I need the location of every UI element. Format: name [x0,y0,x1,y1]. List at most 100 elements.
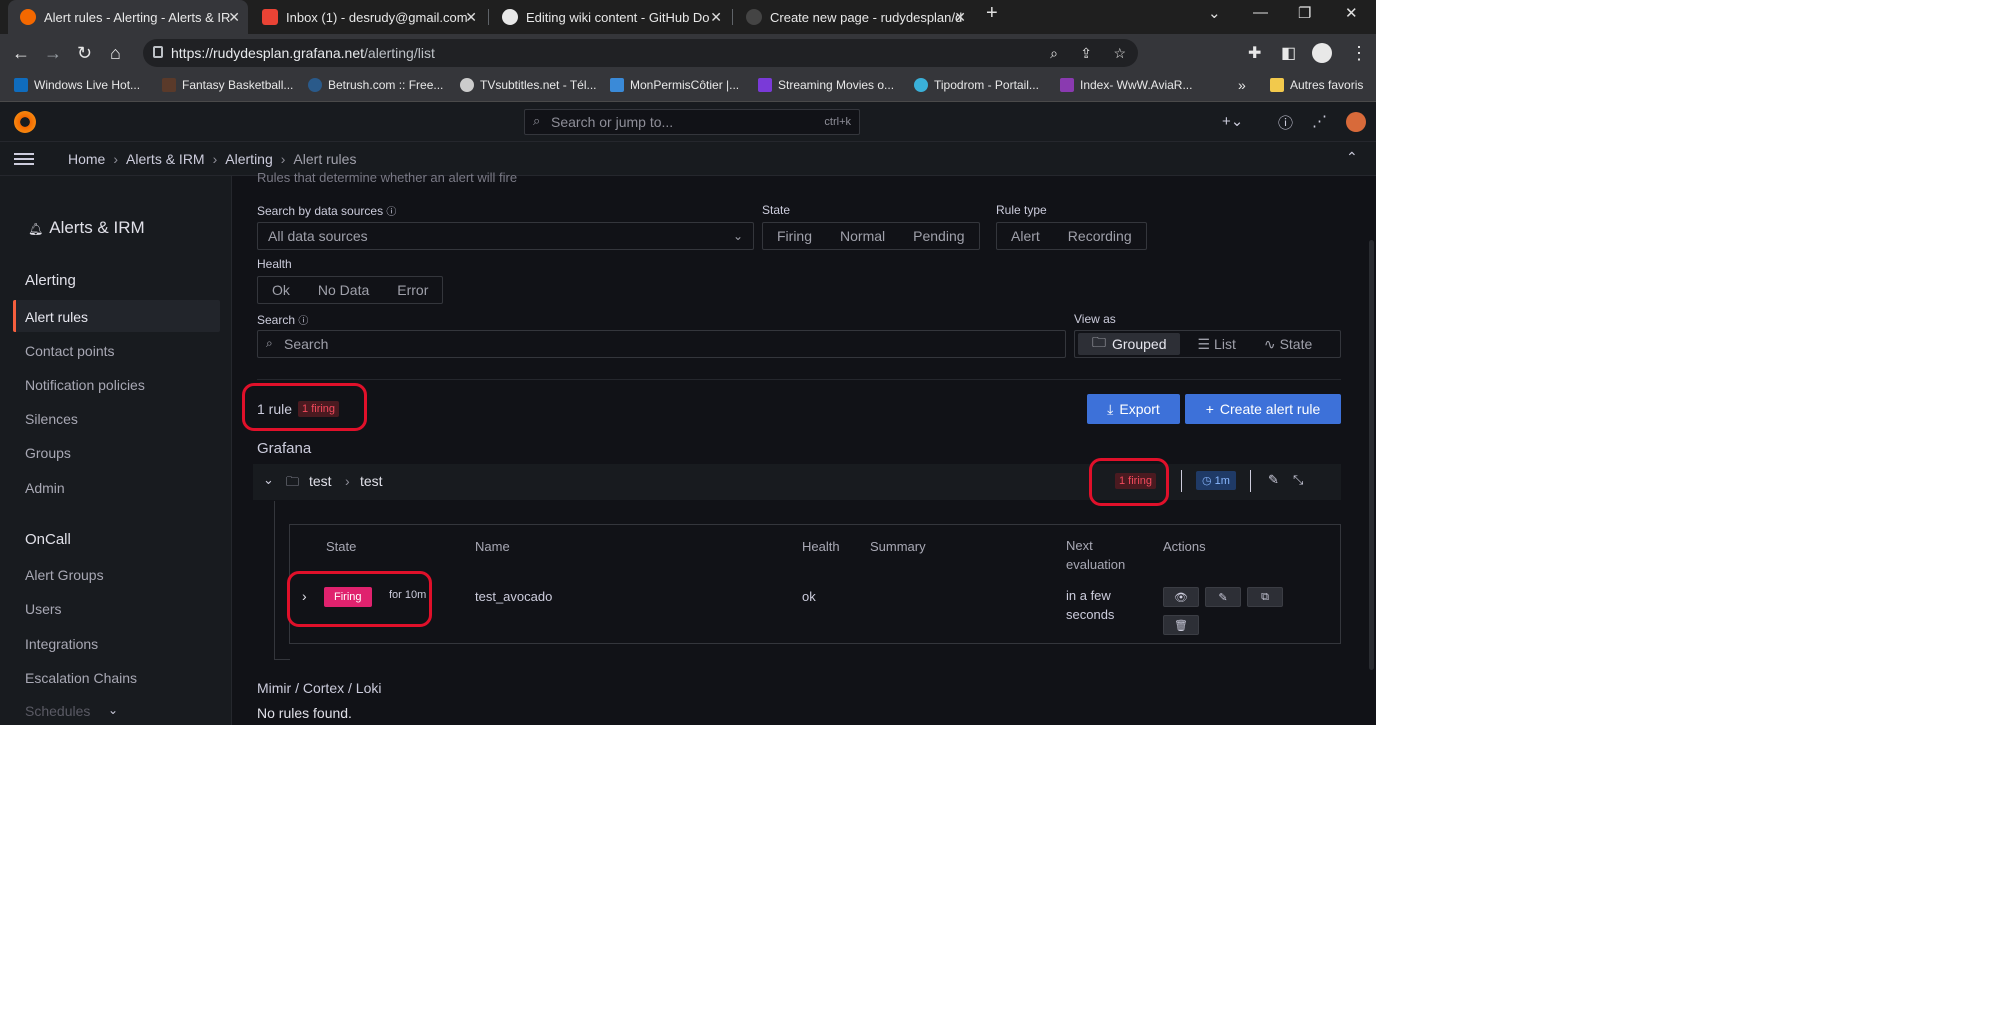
view-grouped-option[interactable]: 🗀 Grouped [1078,333,1181,355]
no-rules-message: No rules found. [257,705,352,721]
health-error-option[interactable]: Error [383,282,442,298]
edit-icon[interactable]: ✎ [1268,472,1279,488]
bookmark-item[interactable]: Index- WwW.AviaR... [1060,78,1192,92]
tab-github-wiki[interactable]: Editing wiki content - GitHub Do ✕ [490,0,730,34]
duplicate-rule-button[interactable]: ⧉ [1247,587,1283,607]
sidebar-item-escalation-chains[interactable]: Escalation Chains [25,670,137,686]
close-window-icon[interactable]: ✕ [1345,4,1358,22]
breadcrumb-alerts-irm[interactable]: Alerts & IRM [126,151,205,167]
sidebar-item-notification-policies[interactable]: Notification policies [25,377,145,393]
sidebar-item-users[interactable]: Users [25,601,62,617]
restore-icon[interactable]: ❐ [1298,4,1311,22]
col-health: Health [802,539,840,554]
sidebar-item-contact-points[interactable]: Contact points [25,343,115,359]
help-icon[interactable]: ⓘ [1278,112,1293,133]
minimize-icon[interactable]: — [1253,4,1268,21]
rule-health: ok [802,589,816,604]
back-icon[interactable]: ← [12,43,30,64]
sidebar-item-alert-rules[interactable]: Alert rules [25,309,88,325]
view-state-option[interactable]: ∿ State [1250,336,1326,353]
datasource-select[interactable]: All data sources ⌄ [257,222,754,250]
rules-table: State Name Health Summary Next evaluatio… [289,524,1341,644]
bookmark-item[interactable]: MonPermisCôtier |... [610,78,739,92]
extensions-icon[interactable]: ✚ [1248,43,1261,63]
tab-inbox[interactable]: Inbox (1) - desrudy@gmail.com - ✕ [250,0,485,34]
rule-type-recording-option[interactable]: Recording [1054,228,1146,244]
clock-icon: ◷ [1202,475,1212,487]
rule-search-input[interactable]: ⌕ Search [257,330,1066,358]
rule-group-row[interactable]: ⌄ 🗀 test › test 1 firing ◷ 1m ✎ ⤡ [253,464,1341,500]
bookmark-item[interactable]: Betrush.com :: Free... [308,78,443,92]
rule-type-alert-option[interactable]: Alert [997,228,1054,244]
activity-icon: ∿ [1263,335,1276,352]
close-tab-icon[interactable]: ✕ [954,9,966,26]
delete-rule-button[interactable]: 🗑︎ [1163,615,1199,635]
search-label: Search ⓘ [257,313,309,327]
health-ok-option[interactable]: Ok [258,282,304,298]
search-jump-input[interactable]: ⌕ Search or jump to... ctrl+k [524,109,860,135]
bookmark-item[interactable]: TVsubtitles.net - Tél... [460,78,597,92]
page-scrollbar[interactable] [1369,240,1374,670]
state-firing-option[interactable]: Firing [763,228,826,244]
close-tab-icon[interactable]: ✕ [228,9,240,26]
share-icon[interactable]: ⇪ [1080,45,1092,62]
bookmark-item[interactable]: Windows Live Hot... [14,78,140,92]
sidebar-item-alert-groups[interactable]: Alert Groups [25,567,104,583]
rule-name[interactable]: test_avocado [475,589,552,604]
reload-icon[interactable]: ↻ [77,43,92,64]
user-avatar[interactable] [1346,112,1366,132]
bookmark-item[interactable]: Fantasy Basketball... [162,78,293,92]
home-icon[interactable]: ⌂ [110,43,121,64]
new-tab-button[interactable]: + [986,2,998,25]
sidebar-item-schedules[interactable]: Schedules [25,703,90,719]
state-normal-option[interactable]: Normal [826,228,899,244]
close-tab-icon[interactable]: ✕ [465,9,477,26]
sidebar-heading-alerting[interactable]: Alerting [25,272,76,289]
zoom-icon[interactable]: ⌕ [1050,45,1058,62]
sidebar-item-groups[interactable]: Groups [25,445,71,461]
export-button[interactable]: ⤓ Export [1087,394,1180,424]
bookmark-item[interactable]: Tipodrom - Portail... [914,78,1039,92]
betrush-icon [308,78,322,92]
more-icon[interactable]: ⤡ [1293,472,1303,488]
menu-icon[interactable]: ⋮ [1350,43,1368,64]
bookmark-item[interactable]: Streaming Movies o... [758,78,894,92]
other-bookmarks[interactable]: Autres favoris [1270,78,1363,92]
sidebar-item-silences[interactable]: Silences [25,411,78,427]
scroll-down-icon[interactable]: ⌄ [108,703,118,717]
tab-search-icon[interactable]: ⌄ [1208,4,1221,22]
health-nodata-option[interactable]: No Data [304,282,383,298]
state-pending-option[interactable]: Pending [899,228,978,244]
forward-icon[interactable]: → [44,43,62,64]
state-label: State [762,203,791,217]
news-rss-icon[interactable]: ⋰ [1312,112,1327,130]
bookmark-star-icon[interactable]: ☆ [1113,45,1126,62]
sidebar-item-admin[interactable]: Admin [25,480,65,496]
profile-avatar[interactable] [1312,43,1332,63]
empty-area [0,725,1376,1022]
sidebar-item-integrations[interactable]: Integrations [25,636,98,652]
create-alert-rule-button[interactable]: + Create alert rule [1185,394,1341,424]
breadcrumb-home[interactable]: Home [68,151,105,167]
view-list-option[interactable]: ☰ List [1183,336,1249,353]
menu-toggle-icon[interactable] [14,153,34,165]
view-rule-button[interactable]: 👁︎ [1163,587,1199,607]
url-bar[interactable]: https://rudydesplan.grafana.net/alerting… [143,39,1138,67]
bookmarks-overflow[interactable]: » [1238,77,1246,93]
sidebar-heading-oncall[interactable]: OnCall [25,531,71,548]
annotation-circle [1089,458,1169,506]
tab-alert-rules[interactable]: Alert rules - Alerting - Alerts & IR ✕ [8,0,248,34]
breadcrumb-alerting[interactable]: Alerting [225,151,272,167]
group-name: test [360,473,383,489]
main-content: Rules that determine whether an alert wi… [232,170,1376,725]
chevron-down-icon[interactable]: ⌄ [263,472,274,488]
tab-create-page[interactable]: Create new page - rudydesplan/d ✕ [734,0,974,34]
sidepanel-icon[interactable]: ◧ [1281,43,1296,63]
aviar-icon [1060,78,1074,92]
add-new-icon[interactable]: +⌄ [1222,112,1243,130]
edit-rule-button[interactable]: ✎ [1205,587,1241,607]
close-tab-icon[interactable]: ✕ [710,9,722,26]
folder-icon [1270,78,1284,92]
collapse-icon[interactable]: ⌃ [1346,149,1358,166]
grafana-logo-icon[interactable] [14,111,36,133]
